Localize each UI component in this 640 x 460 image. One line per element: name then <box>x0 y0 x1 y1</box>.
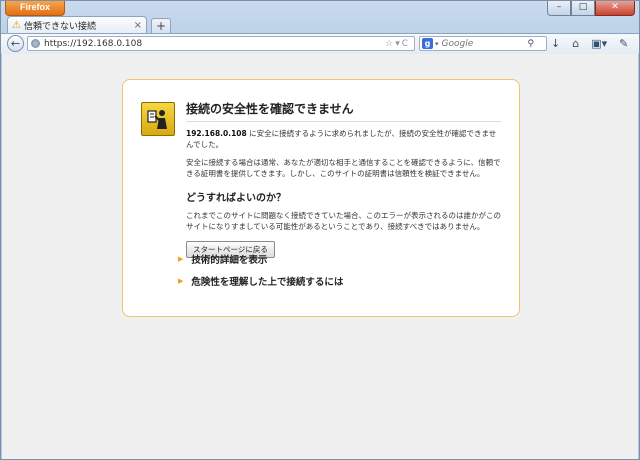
url-bar[interactable]: https://192.168.0.108 ☆▾C <box>27 36 415 51</box>
close-window-button[interactable]: ✕ <box>595 1 635 16</box>
error-panel: 接続の安全性を確認できません 192.168.0.108 に安全に接続するように… <box>122 79 520 317</box>
tab-strip: ⚠ 信頼できない接続 × + <box>7 14 171 34</box>
toolbar-icons: ↓ ⌂ ▣▾ ✎ <box>551 37 628 50</box>
tab-title: 信頼できない接続 <box>23 22 96 32</box>
addon-icon[interactable]: ✎ <box>619 37 628 50</box>
navigation-toolbar: ← https://192.168.0.108 ☆▾C g ▾ ⚲ ↓ ⌂ ▣▾… <box>1 33 639 55</box>
back-button[interactable]: ← <box>7 35 24 52</box>
error-host: 192.168.0.108 <box>186 129 247 138</box>
search-icon[interactable]: ⚲ <box>528 39 535 49</box>
page-content: 接続の安全性を確認できません 192.168.0.108 に安全に接続するように… <box>2 54 638 459</box>
globe-icon <box>31 39 40 48</box>
error-description: 192.168.0.108 に安全に接続するように求められましたが、接続の安全性… <box>186 128 501 150</box>
what-to-do-heading: どうすればよいのか？ <box>186 193 286 204</box>
technical-details-label: 技術的詳細を表示 <box>191 255 268 266</box>
chevron-down-icon[interactable]: ▾ <box>435 40 439 48</box>
error-text-column: 接続の安全性を確認できません 192.168.0.108 に安全に接続するように… <box>186 100 501 258</box>
downloads-icon[interactable]: ↓ <box>551 37 560 50</box>
bookmark-reload-icons[interactable]: ☆▾C <box>385 39 410 49</box>
understand-risks-expander[interactable]: ▶ 危険性を理解した上で接続するには <box>178 274 343 288</box>
what-to-do-text: これまでこのサイトに問題なく接続できていた場合、このエラーが表示されるのは誰かが… <box>186 211 501 231</box>
maximize-button[interactable]: □ <box>571 1 595 16</box>
error-explanation: 安全に接続する場合は通常、あなたが適切な相手と通信することを確認できるように、信… <box>186 158 501 178</box>
expand-arrow-icon: ▶ <box>178 277 184 285</box>
expand-arrow-icon: ▶ <box>178 255 184 263</box>
tab-untrusted-connection[interactable]: ⚠ 信頼できない接続 × <box>7 16 147 34</box>
search-bar[interactable]: g ▾ ⚲ <box>419 36 547 51</box>
window-controls: – □ ✕ <box>547 1 635 16</box>
google-engine-icon[interactable]: g <box>422 38 433 49</box>
understand-risks-label: 危険性を理解した上で接続するには <box>191 277 344 288</box>
new-tab-button[interactable]: + <box>151 18 171 34</box>
error-title: 接続の安全性を確認できません <box>186 100 501 122</box>
minimize-button[interactable]: – <box>547 1 571 16</box>
tab-close-icon[interactable]: × <box>134 20 142 31</box>
bookmarks-menu-icon[interactable]: ▣▾ <box>591 37 607 50</box>
url-text: https://192.168.0.108 <box>44 38 143 49</box>
home-icon[interactable]: ⌂ <box>572 37 579 50</box>
browser-window: Firefox – □ ✕ ⚠ 信頼できない接続 × + ← https://1… <box>0 0 640 460</box>
technical-details-expander[interactable]: ▶ 技術的詳細を表示 <box>178 252 267 266</box>
search-input[interactable] <box>441 38 528 49</box>
certificate-officer-icon <box>141 102 175 136</box>
warning-icon: ⚠ <box>12 20 21 31</box>
